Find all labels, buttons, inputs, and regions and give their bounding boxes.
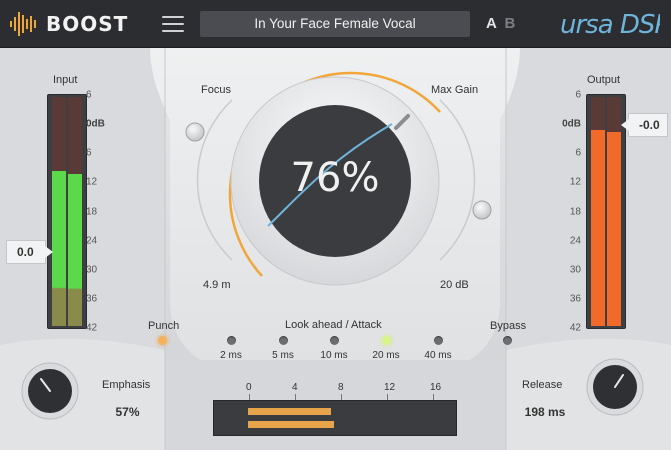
lookahead-option-led[interactable] xyxy=(279,336,288,345)
output-meter-scale: 6 0dB 6 12 18 24 30 36 42 xyxy=(557,90,581,334)
meter-scale-label: 6 xyxy=(86,89,92,101)
gain-reduction-top-bar xyxy=(248,408,331,415)
bypass-label: Bypass xyxy=(490,320,527,332)
input-meter-right-level xyxy=(68,174,82,326)
gain-reduction-meter xyxy=(213,400,457,436)
gain-reduction-scale-label: 8 xyxy=(338,382,344,393)
boost-value: 76% xyxy=(290,155,380,201)
max-gain-label: Max Gain xyxy=(431,84,479,96)
gain-reduction-scale-label: 0 xyxy=(246,382,252,393)
lookahead-option-label: 5 ms xyxy=(272,350,294,361)
emphasis-value: 57% xyxy=(115,405,140,419)
lookahead-option-led[interactable] xyxy=(330,336,339,345)
release-knob[interactable] xyxy=(585,357,645,417)
meter-scale-label: 0dB xyxy=(562,118,581,130)
input-meter-scale: 6 0dB 6 12 18 24 30 36 42 xyxy=(84,90,114,334)
output-meter-right-level xyxy=(607,132,621,326)
meter-scale-label: 36 xyxy=(86,293,98,305)
brand-logo: ursa DSP xyxy=(560,7,671,48)
meter-scale-label: 18 xyxy=(569,206,581,217)
lookahead-option-label: 2 ms xyxy=(220,350,242,361)
input-meter-title: Input xyxy=(53,74,78,86)
focus-value: 4.9 m xyxy=(203,279,231,291)
bypass-toggle[interactable] xyxy=(503,336,512,345)
release-value: 198 ms xyxy=(524,405,566,419)
input-gain-value[interactable]: 0.0 xyxy=(6,240,53,264)
punch-toggle[interactable] xyxy=(158,336,167,345)
lookahead-option-led[interactable] xyxy=(382,336,391,345)
lookahead-title: Look ahead / Attack xyxy=(285,319,382,331)
preset-selector[interactable]: In Your Face Female Vocal xyxy=(200,11,470,37)
meter-scale-label: 0dB xyxy=(86,118,105,130)
max-gain-slider-handle[interactable] xyxy=(472,200,492,220)
meter-scale-label: 12 xyxy=(86,176,98,188)
ab-a-button[interactable]: A xyxy=(486,15,496,32)
meter-scale-label: 24 xyxy=(86,235,98,247)
punch-label: Punch xyxy=(148,320,180,332)
max-gain-value: 20 dB xyxy=(440,279,469,291)
menu-button[interactable] xyxy=(161,14,185,34)
boost-plugin-window: BOOST In Your Face Female Vocal A B ursa… xyxy=(0,0,671,450)
lookahead-option-label: 20 ms xyxy=(372,350,400,361)
meter-scale-label: 36 xyxy=(569,293,581,305)
gain-reduction-bottom-bar xyxy=(248,421,334,428)
gain-reduction-scale-label: 16 xyxy=(430,382,442,393)
output-gain-value[interactable]: -0.0 xyxy=(621,113,668,137)
lookahead-option-led[interactable] xyxy=(227,336,236,345)
meter-scale-label: 6 xyxy=(575,89,581,101)
input-meter-left-level xyxy=(52,171,66,326)
ab-b-button[interactable]: B xyxy=(504,15,515,32)
release-label: Release xyxy=(522,379,563,391)
lookahead-option-led[interactable] xyxy=(434,336,443,345)
boost-logo: BOOST xyxy=(10,10,128,38)
input-meter xyxy=(47,94,87,329)
brand-logo-text: ursa DSP xyxy=(560,10,660,40)
meter-scale-label: 24 xyxy=(569,235,581,247)
meter-scale-label: 6 xyxy=(575,147,581,159)
meter-scale-label: 12 xyxy=(569,176,581,188)
output-meter-left-level xyxy=(591,130,605,326)
focus-slider-handle[interactable] xyxy=(185,122,205,142)
meter-scale-label: 30 xyxy=(86,264,98,276)
meter-scale-label: 6 xyxy=(86,147,92,159)
lookahead-option-label: 40 ms xyxy=(424,350,452,361)
meter-scale-label: 42 xyxy=(569,322,581,334)
emphasis-label: Emphasis xyxy=(102,379,151,391)
gain-reduction-scale-label: 12 xyxy=(384,382,396,393)
lookahead-option-label: 10 ms xyxy=(320,350,348,361)
hamburger-icon xyxy=(162,16,184,18)
ab-compare: A B xyxy=(486,15,515,32)
output-meter xyxy=(586,94,626,329)
focus-label: Focus xyxy=(201,84,231,96)
meter-scale-label: 30 xyxy=(569,264,581,276)
emphasis-knob[interactable] xyxy=(20,361,80,421)
waveform-icon xyxy=(10,12,36,36)
top-bar: BOOST In Your Face Female Vocal A B ursa… xyxy=(0,0,671,48)
gain-reduction-scale-label: 4 xyxy=(292,382,298,393)
product-name: BOOST xyxy=(46,12,129,36)
meter-scale-label: 42 xyxy=(86,322,98,334)
meter-scale-label: 18 xyxy=(86,206,98,217)
output-meter-title: Output xyxy=(587,74,621,86)
